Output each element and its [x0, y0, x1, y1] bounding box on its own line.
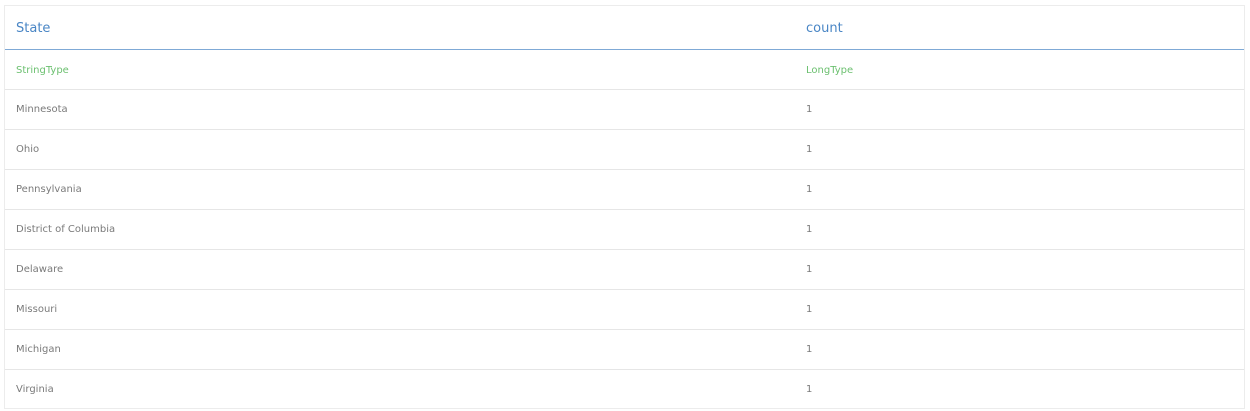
table-row: Delaware 1: [5, 250, 1244, 290]
table-cell-state: Michigan: [16, 344, 61, 355]
table-cell-count: 1: [806, 144, 813, 155]
table-cell-count: 1: [806, 344, 813, 355]
table-cell-count: 1: [806, 224, 813, 235]
column-header-state[interactable]: State: [16, 21, 50, 36]
table-row: District of Columbia 1: [5, 210, 1244, 250]
table-row: Ohio 1: [5, 130, 1244, 170]
table-cell-state: Pennsylvania: [16, 184, 82, 195]
table-header-row: State count: [5, 6, 1244, 50]
table-cell-count: 1: [806, 304, 813, 315]
table-row: Pennsylvania 1: [5, 170, 1244, 210]
column-type-count: LongType: [806, 65, 854, 76]
column-type-state: StringType: [16, 65, 69, 76]
table-cell-state: Minnesota: [16, 104, 68, 115]
table-cell-count: 1: [806, 184, 813, 195]
table-cell-state: District of Columbia: [16, 224, 116, 235]
table-cell-state: Missouri: [16, 304, 58, 315]
table-cell-state: Delaware: [16, 264, 64, 275]
table-row: Missouri 1: [5, 290, 1244, 330]
table-cell-count: 1: [806, 384, 813, 395]
results-table: State count StringType LongType Minnesot…: [4, 5, 1245, 409]
table-row: Michigan 1: [5, 330, 1244, 370]
column-header-count[interactable]: count: [806, 21, 843, 36]
column-type-row: StringType LongType: [5, 50, 1244, 90]
table-cell-count: 1: [806, 104, 813, 115]
table-cell-state: Virginia: [16, 384, 54, 395]
table-cell-count: 1: [806, 264, 813, 275]
table-row: Minnesota 1: [5, 90, 1244, 130]
table-row: Virginia 1: [5, 370, 1244, 410]
table-cell-state: Ohio: [16, 144, 40, 155]
